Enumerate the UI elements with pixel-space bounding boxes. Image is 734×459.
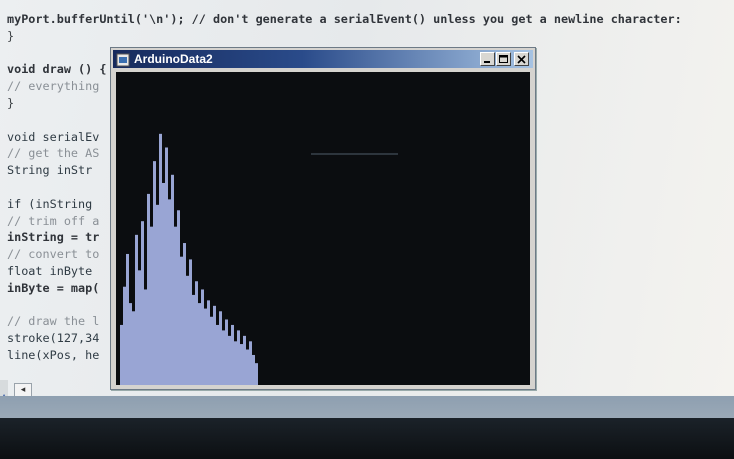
plot-bar [129, 303, 132, 385]
plot-bar [207, 300, 210, 385]
plot-bar [177, 210, 180, 385]
plot-bar [234, 341, 237, 385]
plot-bar [147, 193, 150, 385]
code-line: void draw () { [7, 62, 107, 77]
code-line: inString = tr [7, 230, 100, 245]
console-status-bar [0, 396, 734, 418]
plot-bar [255, 363, 258, 385]
plot-bar [171, 174, 174, 385]
plot-bar [195, 281, 198, 385]
plot-bar [141, 221, 144, 385]
plot-bar [168, 199, 171, 385]
plot-bar [174, 226, 177, 385]
code-line: // everything [7, 79, 100, 94]
console-output [0, 418, 734, 459]
plot-bar [252, 354, 255, 385]
maximize-button[interactable] [496, 52, 511, 66]
plot-bar [219, 311, 222, 385]
plot-bar [144, 289, 147, 385]
code-line: inByte = map( [7, 280, 100, 295]
plot-bar [201, 289, 204, 385]
maximize-icon [499, 55, 508, 63]
plot-bar [192, 294, 195, 385]
plot-bar [159, 133, 162, 385]
code-line: myPort.bufferUntil('\n'); // don't gener… [7, 12, 682, 26]
code-line: float inByte [7, 264, 93, 278]
plot-bar [123, 286, 126, 385]
sketch-canvas[interactable] [116, 72, 530, 385]
plot-bar [222, 330, 225, 385]
plot-bar [243, 335, 246, 385]
code-line: // get the AS [7, 146, 100, 161]
code-line: } [7, 96, 15, 110]
plot-bar [249, 341, 252, 385]
plot-bar [120, 324, 123, 385]
plot-bar [138, 270, 141, 385]
plot-bar [198, 303, 201, 385]
code-line: // draw the l [7, 314, 100, 329]
plot-bar [153, 161, 156, 385]
plot-bar [156, 204, 159, 385]
code-line: void serialEv [7, 129, 100, 144]
plot-bar [216, 324, 219, 385]
code-line: if (inString [7, 196, 93, 211]
plot-bar [228, 335, 231, 385]
close-icon [517, 55, 526, 64]
window-title: ArduinoData2 [134, 52, 213, 66]
close-button[interactable] [514, 52, 529, 66]
plot-bar [210, 316, 213, 385]
serial-plot [120, 133, 398, 385]
plot-bar [126, 253, 129, 385]
scroll-left-button[interactable]: ◂ [14, 383, 32, 397]
code-line: String inStr [7, 163, 93, 178]
plot-bar [132, 311, 135, 385]
minimize-icon [484, 61, 490, 63]
plot-bar [135, 234, 138, 385]
plot-bar [150, 226, 153, 385]
code-line: // trim off a [7, 213, 100, 228]
plot-bar [162, 182, 165, 385]
plot-bar [204, 308, 207, 385]
plot-bar [231, 324, 234, 385]
plot-bar [246, 349, 249, 385]
minimize-button[interactable] [480, 52, 495, 66]
plot-bar [189, 259, 192, 385]
plot-bar [213, 305, 216, 385]
code-line: } [7, 28, 15, 43]
plot-bar [225, 319, 228, 385]
code-line: line(xPos, he [7, 348, 100, 362]
plot-bar [165, 147, 168, 385]
code-line: // convert to [7, 247, 100, 262]
plot-bar [240, 344, 243, 385]
plot-bar [237, 330, 240, 385]
app-icon [116, 52, 130, 67]
code-line: stroke(127,34 [7, 331, 100, 346]
plot-bar [186, 275, 189, 385]
plot-bar [183, 243, 186, 385]
sketch-window[interactable]: ArduinoData2 [110, 47, 536, 390]
plot-bar [180, 256, 183, 385]
window-titlebar[interactable]: ArduinoData2 [113, 50, 533, 68]
